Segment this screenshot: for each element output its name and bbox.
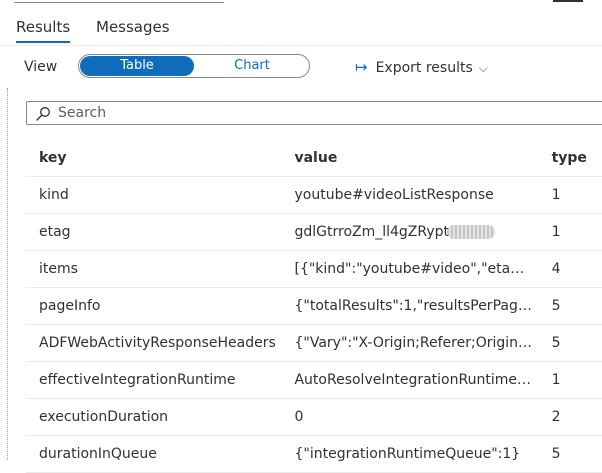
- minimize-fragment: [553, 0, 583, 6]
- table-row[interactable]: etag gdlGtrroZm_ll4gZRypt 1: [26, 213, 602, 251]
- cell-key: ADFWebActivityResponseHeaders: [26, 324, 282, 362]
- cell-key: pageInfo: [26, 287, 282, 325]
- cell-value: {"Vary":"X-Origin;Referer;Origin;A...: [281, 324, 539, 362]
- column-header-type[interactable]: type: [538, 140, 602, 177]
- table-view-button[interactable]: Table: [80, 56, 194, 76]
- search-box[interactable]: Search: [26, 101, 602, 125]
- cell-value: AutoResolveIntegrationRuntime (...: [281, 361, 539, 399]
- cell-type: 5: [538, 287, 602, 325]
- cell-type: 5: [538, 435, 602, 473]
- cell-key: etag: [26, 213, 282, 251]
- search-placeholder: Search: [58, 105, 107, 121]
- tab-messages[interactable]: Messages: [96, 17, 170, 37]
- cell-value: {"totalResults":1,"resultsPerPage":...: [281, 287, 539, 325]
- cell-value: gdlGtrroZm_ll4gZRypt: [281, 213, 539, 251]
- export-results-button[interactable]: ↦ Export results ⌵: [355, 57, 488, 77]
- cell-type: 5: [538, 324, 602, 362]
- cell-value: {"integrationRuntimeQueue":1}: [281, 435, 539, 473]
- cell-value: youtube#videoListResponse: [281, 176, 539, 214]
- table-row[interactable]: kind youtube#videoListResponse 1: [26, 176, 602, 214]
- view-toggle: Table Chart: [78, 54, 310, 78]
- table-row[interactable]: effectiveIntegrationRuntime AutoResolveI…: [26, 361, 602, 399]
- cell-value: 0: [281, 398, 539, 436]
- cell-key: items: [26, 250, 282, 288]
- tab-divider: [0, 45, 602, 46]
- top-strip: [0, 0, 602, 6]
- cell-value-text: youtube#videoListResponse: [294, 187, 494, 203]
- redaction-scribble: [447, 225, 496, 239]
- table-row[interactable]: ADFWebActivityResponseHeaders {"Vary":"X…: [26, 324, 602, 362]
- cell-key: effectiveIntegrationRuntime: [26, 361, 282, 399]
- chevron-down-icon: ⌵: [478, 61, 488, 75]
- cell-value: [{"kind":"youtube#video","etag":"...: [281, 250, 539, 288]
- cell-type: 1: [538, 176, 602, 214]
- cell-value-text: [{"kind":"youtube#video","etag":"...: [294, 261, 533, 277]
- column-header-key[interactable]: key: [26, 140, 282, 177]
- cell-key: kind: [26, 176, 282, 214]
- table-row[interactable]: executionDuration 0 2: [26, 398, 602, 436]
- export-results-label: Export results: [375, 60, 473, 76]
- table-header-row: key value type: [26, 140, 602, 177]
- cell-value-text: {"Vary":"X-Origin;Referer;Origin;A...: [294, 335, 533, 351]
- cell-value-text: {"totalResults":1,"resultsPerPage":...: [294, 298, 533, 314]
- table-row[interactable]: durationInQueue {"integrationRuntimeQueu…: [26, 435, 602, 473]
- cell-key: durationInQueue: [26, 435, 282, 473]
- column-header-value[interactable]: value: [281, 140, 539, 177]
- tab-results[interactable]: Results: [16, 17, 71, 43]
- cell-type: 2: [538, 398, 602, 436]
- search-icon: [36, 107, 50, 121]
- table-row[interactable]: items [{"kind":"youtube#video","etag":".…: [26, 250, 602, 288]
- cell-value-text: AutoResolveIntegrationRuntime (...: [294, 372, 533, 388]
- panel-edge: [7, 88, 8, 460]
- export-arrow-icon: ↦: [355, 58, 368, 76]
- top-fragment: [14, 0, 224, 3]
- cell-key: executionDuration: [26, 398, 282, 436]
- view-label: View: [24, 59, 58, 75]
- cell-type: 1: [538, 361, 602, 399]
- cell-type: 1: [538, 213, 602, 251]
- cell-type: 4: [538, 250, 602, 288]
- cell-value-text: gdlGtrroZm_ll4gZRypt: [294, 224, 450, 240]
- chart-view-button[interactable]: Chart: [195, 56, 309, 76]
- cell-value-text: 0: [294, 409, 304, 425]
- results-table: key value type kind youtube#videoListRes…: [26, 140, 602, 473]
- table-row[interactable]: pageInfo {"totalResults":1,"resultsPerPa…: [26, 287, 602, 325]
